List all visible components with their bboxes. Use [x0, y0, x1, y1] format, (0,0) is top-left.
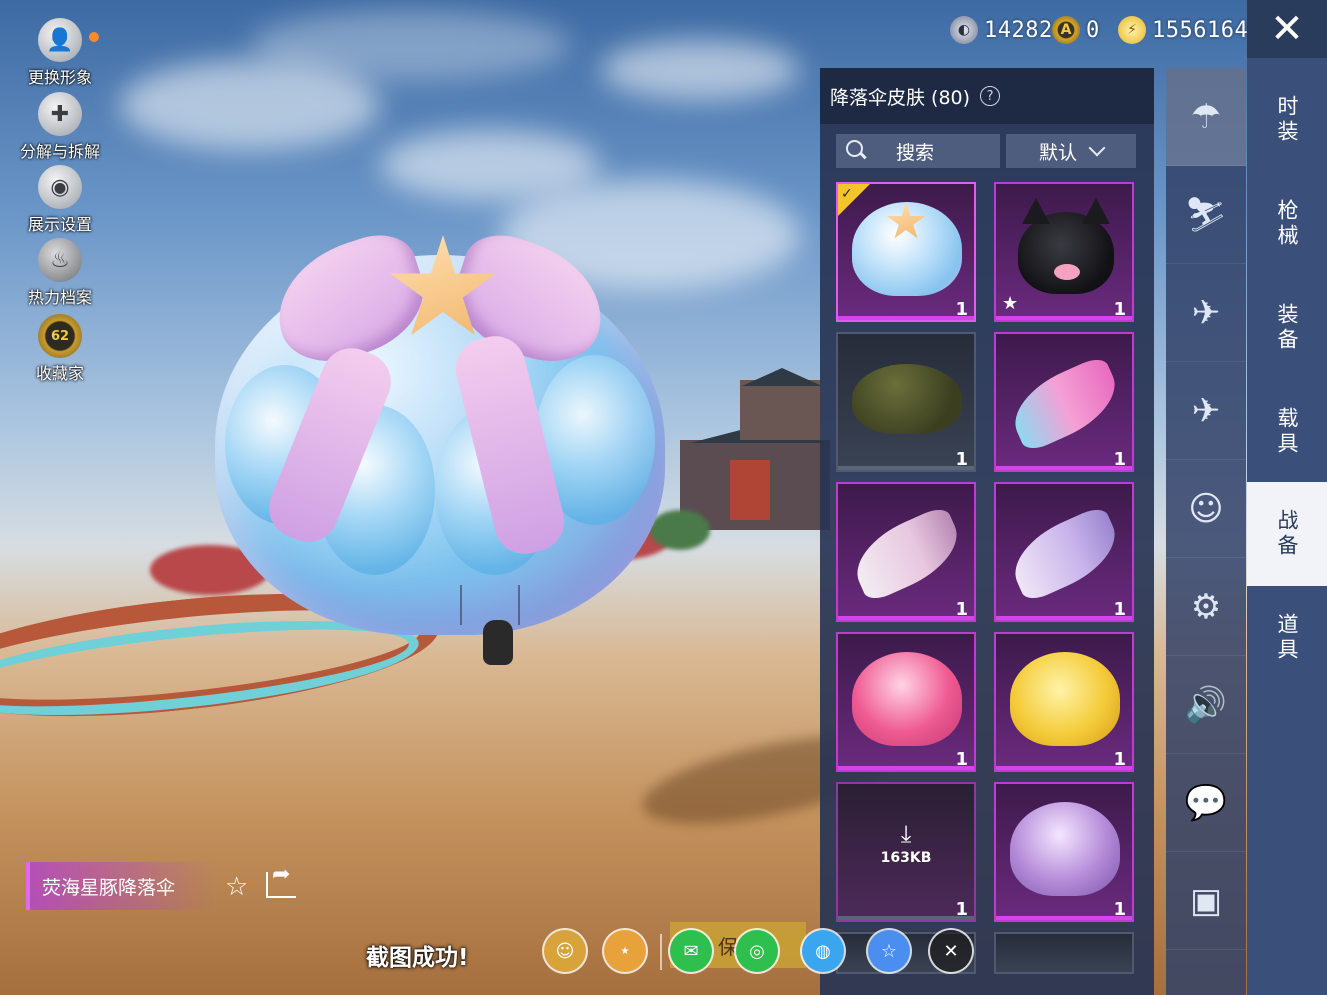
favorite-star-icon: ★ [1002, 293, 1019, 314]
tab-combat-gear[interactable]: 战备 [1247, 482, 1327, 586]
skin-panel: 降落伞皮肤 (80) ? 搜索 默认 ✓ 1 ★ 1 1 1 1 1 1 1 ⤓… [820, 68, 1154, 995]
airplane-icon[interactable]: ✈ [1166, 362, 1246, 460]
share-icon[interactable] [266, 862, 296, 898]
qq-icon[interactable]: ◍ [802, 930, 844, 972]
close-share-icon[interactable]: ✕ [930, 930, 972, 972]
decompose-button[interactable]: ✚ 分解与拆解 [5, 92, 115, 162]
silver-coin-icon: ◐ [950, 16, 978, 44]
puzzle-icon: ✚ [38, 92, 82, 136]
moments-icon[interactable]: ◎ [736, 930, 778, 972]
item-card[interactable]: 1 [994, 632, 1134, 772]
tab-guns[interactable]: 枪械 [1247, 172, 1327, 276]
search-icon [846, 140, 868, 162]
item-card[interactable]: 1 [836, 632, 976, 772]
wechat-icon[interactable]: ✉ [670, 930, 712, 972]
collector-badge-icon: 62 [38, 314, 82, 358]
tab-equipment[interactable]: 装备 [1247, 276, 1327, 380]
tab-vehicles[interactable]: 载具 [1247, 380, 1327, 484]
sort-dropdown[interactable]: 默认 [1006, 134, 1136, 168]
item-card[interactable]: 1 [994, 482, 1134, 622]
item-card[interactable]: 1 [836, 482, 976, 622]
tab-items[interactable]: 道具 [1247, 586, 1327, 690]
heat-profile-button[interactable]: ♨ 热力档案 [5, 238, 115, 308]
drone-icon[interactable]: ✈ [1166, 264, 1246, 362]
parachute-preview[interactable] [205, 215, 675, 665]
parachute-icon[interactable]: ☂ [1166, 68, 1246, 166]
chat-bubble-icon[interactable]: 💬 [1166, 754, 1246, 852]
currency-silver: ◐ 14282 [950, 12, 1053, 48]
item-card[interactable]: 1 [994, 332, 1134, 472]
favorite-star-icon[interactable]: ☆ [225, 872, 248, 902]
qzone-icon[interactable]: ☆ [868, 930, 910, 972]
close-icon: ✕ [1270, 6, 1304, 52]
skydiver-icon[interactable]: ⛷ [1166, 166, 1246, 264]
item-card[interactable] [994, 932, 1134, 974]
change-appearance-button[interactable]: 👤 更换形象 [5, 18, 115, 88]
category-icon-column: ☂ ⛷ ✈ ✈ ☺ ⚙ 🔊 💬 ▣ [1166, 68, 1246, 995]
game-club-icon[interactable]: ★ [604, 930, 646, 972]
currency-uc: ⚡ 1556164 [1118, 12, 1248, 48]
speaker-icon[interactable]: 🔊 [1166, 656, 1246, 754]
tab-fashion[interactable]: 时装 [1247, 68, 1327, 172]
item-card[interactable]: 1 [836, 332, 976, 472]
panel-header: 降落伞皮肤 (80) ? [820, 68, 1154, 124]
currency-badge: A 0 [1052, 12, 1100, 48]
close-button[interactable]: ✕ [1247, 0, 1327, 58]
item-card[interactable]: ⤓ 163KB 1 [836, 782, 976, 922]
display-settings-button[interactable]: ◉ 展示设置 [5, 165, 115, 235]
check-icon: ✓ [841, 186, 853, 202]
avatar-icon: 👤 [38, 18, 82, 62]
collector-button[interactable]: 62 收藏家 [5, 314, 115, 384]
main-tab-column: 时装 枪械 装备 载具 战备 道具 [1247, 58, 1327, 995]
item-card[interactable]: ✓ 1 [836, 182, 976, 322]
panel-title: 降落伞皮肤 (80) [830, 86, 971, 109]
help-icon[interactable]: ? [980, 86, 1001, 106]
screenshot-success-toast: 截图成功! [366, 945, 469, 971]
robot-icon[interactable]: ⚙ [1166, 558, 1246, 656]
eye-icon: ◉ [38, 165, 82, 209]
download-indicator[interactable]: ⤓ 163KB [838, 822, 974, 866]
item-card[interactable]: 1 [994, 782, 1134, 922]
player-character [483, 620, 513, 665]
photo-icon[interactable]: ▣ [1166, 852, 1246, 950]
search-button[interactable]: 搜索 [836, 134, 1000, 168]
chevron-down-icon [1088, 139, 1106, 157]
skin-name-label: 荧海星豚降落伞 [26, 862, 216, 910]
notification-dot [89, 32, 99, 42]
download-icon: ⤓ [900, 820, 912, 848]
divider [660, 934, 662, 970]
emote-face-icon[interactable]: ☺ [1166, 460, 1246, 558]
uc-coin-icon: ⚡ [1118, 16, 1146, 44]
flame-icon: ♨ [38, 238, 82, 282]
profile-share-icon[interactable]: ☺ [544, 930, 586, 972]
gold-badge-coin-icon: A [1052, 16, 1080, 44]
item-card[interactable]: ★ 1 [994, 182, 1134, 322]
